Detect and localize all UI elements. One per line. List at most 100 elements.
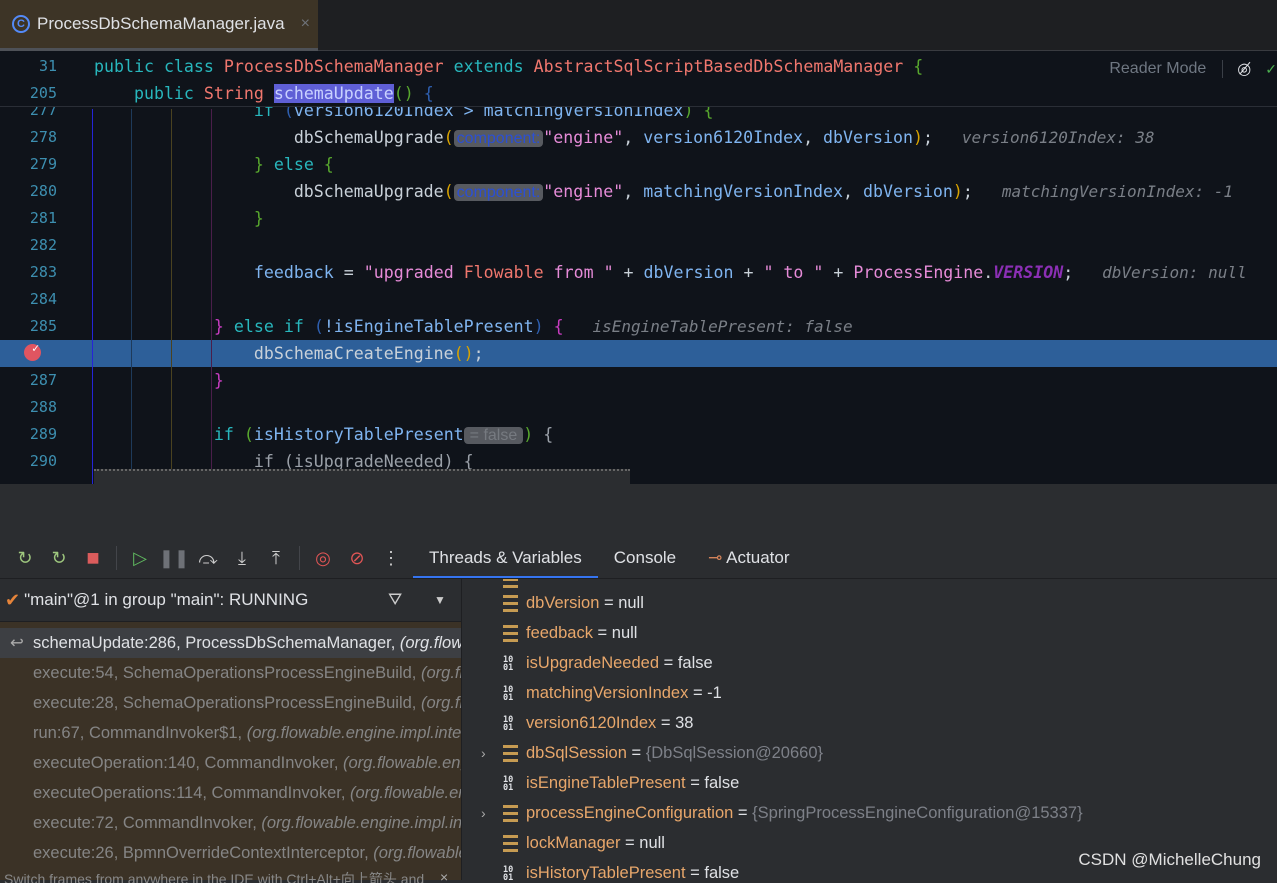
- tab-label: Threads & Variables: [429, 548, 582, 567]
- stack-frame[interactable]: execute:26, BpmnOverrideContextIntercept…: [0, 838, 461, 868]
- line-number[interactable]: 31: [0, 53, 57, 80]
- step-over-icon[interactable]: ⤼: [191, 541, 225, 575]
- code-line[interactable]: 287 }: [0, 367, 1277, 394]
- line-number[interactable]: 278: [0, 124, 57, 151]
- code-token: ProcessEngine: [853, 263, 984, 282]
- code-line[interactable]: 280 dbSchemaUpgrade(component: "engine", …: [0, 178, 1277, 205]
- line-number[interactable]: 290: [0, 448, 57, 475]
- code-token: =: [333, 263, 364, 282]
- step-out-icon[interactable]: ⤒: [259, 541, 293, 575]
- code-token: ;: [473, 344, 484, 363]
- line-number[interactable]: 205: [0, 80, 57, 107]
- code-text: }: [94, 205, 264, 232]
- chevron-down-icon[interactable]: ▼: [434, 593, 446, 607]
- reader-mode-button[interactable]: Reader Mode: [1109, 60, 1224, 78]
- tab-console[interactable]: Console: [598, 536, 692, 579]
- line-number[interactable]: 284: [0, 286, 57, 313]
- rerun-icon[interactable]: ↻: [8, 541, 42, 575]
- code-text: dbSchemaCreateEngine();: [94, 340, 484, 367]
- filter-icon[interactable]: ⛛: [388, 590, 402, 610]
- code-token: ): [523, 425, 544, 444]
- code-line[interactable]: 283 feedback = "upgraded Flowable from "…: [0, 259, 1277, 286]
- variable-name: dbSqlSession: [526, 744, 627, 762]
- code-line[interactable]: 31 public class ProcessDbSchemaManager ex…: [0, 53, 1277, 80]
- code-text: if (isHistoryTablePresent = false) {: [94, 421, 553, 449]
- inline-value-hint: matchingVersionIndex: -1: [972, 182, 1234, 201]
- inspection-ok-icon[interactable]: ✓: [1265, 61, 1277, 78]
- primitive-icon: 10 01: [503, 775, 514, 793]
- stack-frame[interactable]: ↩ schemaUpdate:286, ProcessDbSchemaManage…: [0, 628, 461, 658]
- class-icon: C: [12, 15, 30, 33]
- code-token: }: [213, 317, 234, 336]
- line-number[interactable]: 289: [0, 421, 57, 448]
- code-line[interactable]: 288: [0, 394, 1277, 421]
- line-number[interactable]: 285: [0, 313, 57, 340]
- line-number[interactable]: 283: [0, 259, 57, 286]
- code-token: ): [912, 128, 923, 147]
- file-tab[interactable]: C ProcessDbSchemaManager.java ×: [0, 0, 318, 48]
- code-token: ProcessDbSchemaManager: [223, 57, 454, 76]
- tab-threads-variables[interactable]: Threads & Variables: [413, 536, 598, 579]
- line-number[interactable]: 288: [0, 394, 57, 421]
- code-line[interactable]: 279 } else {: [0, 151, 1277, 178]
- stop-icon[interactable]: ■: [76, 541, 110, 575]
- code-line[interactable]: 205 public String schemaUpdate() {: [0, 80, 1277, 107]
- code-token: (): [453, 344, 474, 363]
- line-number[interactable]: 287: [0, 367, 57, 394]
- indent-guide: [131, 109, 132, 484]
- code-line[interactable]: 289 if (isHistoryTablePresent = false) {: [0, 421, 1277, 448]
- code-token: ;: [1063, 263, 1074, 282]
- more-icon[interactable]: ⋮: [374, 541, 408, 575]
- expand-arrow-icon[interactable]: ›: [481, 798, 486, 828]
- toolbar-separator: [299, 546, 300, 570]
- indent-guide: [171, 109, 172, 484]
- expand-arrow-icon[interactable]: ›: [481, 738, 486, 768]
- stack-frame[interactable]: executeOperation:140, CommandInvoker, (o…: [0, 748, 461, 778]
- code-text: public class ProcessDbSchemaManager exte…: [94, 53, 923, 80]
- stack-frame[interactable]: run:67, CommandInvoker$1, (org.flowable.…: [0, 718, 461, 748]
- code-token: (: [243, 425, 254, 444]
- hide-eye-icon[interactable]: ◎̸: [1237, 59, 1251, 79]
- code-editor[interactable]: Reader Mode ◎̸ ✓ 31 public class ProcessD…: [0, 51, 1277, 484]
- step-into-icon[interactable]: ⤓: [225, 541, 259, 575]
- mute-breakpoints-icon[interactable]: ⊘: [340, 541, 374, 575]
- code-line[interactable]: 281 }: [0, 205, 1277, 232]
- code-token: ,: [623, 182, 644, 201]
- variable-text: lockManager = null: [526, 834, 665, 852]
- code-token: ,: [843, 182, 863, 201]
- view-breakpoints-icon[interactable]: ◎: [306, 541, 340, 575]
- pause-icon[interactable]: ❚❚: [157, 541, 191, 575]
- stack-frame[interactable]: execute:28, SchemaOperationsProcessEngin…: [0, 688, 461, 718]
- variable-value: {DbSqlSession@20660}: [645, 744, 824, 762]
- stack-frame[interactable]: execute:72, CommandInvoker, (org.flowabl…: [0, 808, 461, 838]
- variable-value: null: [611, 624, 638, 642]
- line-number[interactable]: 280: [0, 178, 57, 205]
- close-tab-icon[interactable]: ×: [301, 15, 310, 33]
- code-token: Flowable: [463, 263, 554, 282]
- code-token: {: [913, 57, 924, 76]
- tab-actuator[interactable]: ⊸ Actuator: [692, 536, 805, 579]
- code-token: (: [443, 182, 454, 201]
- code-line[interactable]: 278 dbSchemaUpgrade(component: "engine", …: [0, 124, 1277, 151]
- breakpoint-icon[interactable]: [24, 335, 41, 362]
- indent-guide: [92, 109, 93, 484]
- line-number[interactable]: 282: [0, 232, 57, 259]
- code-text: }: [94, 367, 224, 394]
- code-line[interactable]: 285 } else if (!isEngineTablePresent) { …: [0, 313, 1277, 340]
- close-tip-icon[interactable]: ×: [440, 869, 448, 883]
- thread-selector[interactable]: ✔ "main"@1 in group "main": RUNNING ⛛ ▼: [0, 579, 461, 622]
- code-line[interactable]: 282: [0, 232, 1277, 259]
- horizontal-scrollbar[interactable]: [94, 469, 630, 484]
- rerun-debug-icon[interactable]: ↻: [42, 541, 76, 575]
- current-execution-line[interactable]: dbSchemaCreateEngine();: [0, 335, 1277, 367]
- line-number[interactable]: 279: [0, 151, 57, 178]
- variable-name: isUpgradeNeeded: [526, 654, 660, 672]
- stack-frame[interactable]: execute:54, SchemaOperationsProcessEngin…: [0, 658, 461, 688]
- resume-icon[interactable]: ▷: [123, 541, 157, 575]
- code-token: AbstractSqlScriptBasedDbSchemaManager: [533, 57, 914, 76]
- variable-value: -1: [707, 684, 722, 702]
- code-line[interactable]: 284: [0, 286, 1277, 313]
- code-token: dbVersion: [863, 182, 953, 201]
- stack-frame[interactable]: executeOperations:114, CommandInvoker, (…: [0, 778, 461, 808]
- line-number[interactable]: 281: [0, 205, 57, 232]
